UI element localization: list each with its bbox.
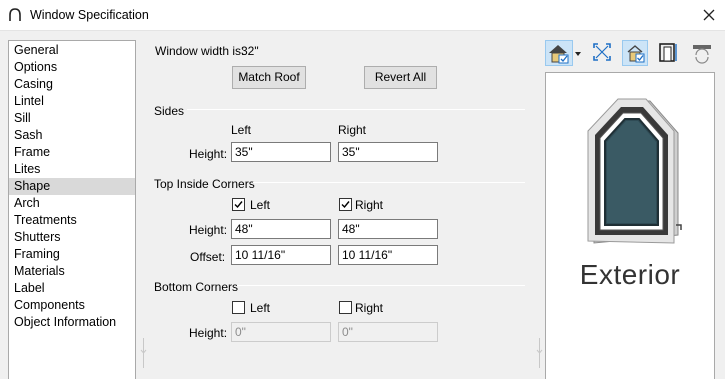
preview-pane: Exterior — [545, 72, 715, 379]
top-offset-label: Offset: — [190, 250, 226, 264]
sides-divider — [187, 109, 525, 110]
sidebar-item-materials[interactable]: Materials — [9, 263, 135, 280]
sidebar-item-shape[interactable]: Shape — [9, 178, 135, 195]
bottom-corners-section-title: Bottom Corners — [154, 280, 239, 294]
bottom-left-checkbox-label[interactable]: Left — [250, 301, 270, 315]
top-corners-divider — [253, 182, 525, 183]
bottom-corners-divider — [237, 285, 525, 286]
window-preview-image — [587, 98, 682, 244]
dropdown-arrow-icon[interactable] — [573, 40, 583, 66]
bottom-right-checkbox[interactable] — [339, 301, 352, 314]
top-left-height-input[interactable]: 48" — [231, 219, 331, 239]
sidebar-item-treatments[interactable]: Treatments — [9, 212, 135, 229]
top-height-label: Height: — [189, 223, 228, 237]
sidebar-item-frame[interactable]: Frame — [9, 144, 135, 161]
window-frame-icon[interactable] — [656, 40, 680, 66]
width-label: Window width is: — [155, 44, 245, 58]
sidebar-item-object-information[interactable]: Object Information — [9, 314, 135, 331]
sidebar-item-lites[interactable]: Lites — [9, 161, 135, 178]
sidebar-item-sill[interactable]: Sill — [9, 110, 135, 127]
top-left-offset-input[interactable]: 10 11/16" — [231, 245, 331, 265]
top-corners-section-title: Top Inside Corners — [154, 177, 255, 191]
close-icon[interactable] — [701, 7, 717, 23]
title-bar: Window Specification — [0, 0, 725, 31]
sidebar-item-arch[interactable]: Arch — [9, 195, 135, 212]
sidebar-item-options[interactable]: Options — [9, 59, 135, 76]
sides-left-header: Left — [231, 123, 252, 137]
sidebar-item-casing[interactable]: Casing — [9, 76, 135, 93]
sides-right-header: Right — [338, 123, 367, 137]
top-left-checkbox-label[interactable]: Left — [250, 198, 270, 212]
sidebar-item-shutters[interactable]: Shutters — [9, 229, 135, 246]
bottom-height-label: Height: — [189, 326, 228, 340]
sidebar-item-general[interactable]: General — [9, 42, 135, 59]
splitter-grip-left[interactable] — [139, 338, 148, 368]
splitter-grip-right[interactable] — [535, 338, 544, 368]
app-arch-icon — [9, 8, 21, 21]
color-toggle-button[interactable] — [622, 40, 648, 66]
checkmark-icon — [341, 201, 350, 209]
house-view-button[interactable] — [545, 40, 573, 66]
bottom-left-height-input: 0" — [231, 322, 331, 342]
preview-label: Exterior — [579, 259, 681, 290]
color-toggle-icon — [627, 45, 645, 63]
top-right-checkbox[interactable] — [339, 198, 352, 211]
bottom-right-height-input: 0" — [338, 322, 438, 342]
sidebar-item-framing[interactable]: Framing — [9, 246, 135, 263]
fill-window-icon[interactable] — [591, 40, 613, 66]
sides-left-height-input[interactable]: 35" — [231, 142, 331, 162]
bottom-right-checkbox-label[interactable]: Right — [355, 301, 383, 315]
top-right-offset-input[interactable]: 10 11/16" — [338, 245, 438, 265]
sidebar-item-label[interactable]: Label — [9, 280, 135, 297]
checkmark-icon — [234, 201, 243, 209]
bottom-left-checkbox[interactable] — [232, 301, 245, 314]
sidebar-item-sash[interactable]: Sash — [9, 127, 135, 144]
top-right-height-input[interactable]: 48" — [338, 219, 438, 239]
width-value: 32" — [241, 44, 259, 58]
swap-view-icon[interactable] — [690, 40, 714, 66]
match-roof-button[interactable]: Match Roof — [232, 66, 306, 89]
sides-height-label: Height: — [189, 147, 228, 161]
window-title: Window Specification — [30, 8, 149, 22]
sidebar-item-lintel[interactable]: Lintel — [9, 93, 135, 110]
category-list[interactable]: General Options Casing Lintel Sill Sash … — [8, 40, 136, 379]
top-right-checkbox-label[interactable]: Right — [355, 198, 383, 212]
top-left-checkbox[interactable] — [232, 198, 245, 211]
revert-all-button[interactable]: Revert All — [364, 66, 437, 89]
sidebar-item-components[interactable]: Components — [9, 297, 135, 314]
sides-right-height-input[interactable]: 35" — [338, 142, 438, 162]
sides-section-title: Sides — [154, 104, 185, 118]
house-view-icon — [549, 45, 569, 64]
